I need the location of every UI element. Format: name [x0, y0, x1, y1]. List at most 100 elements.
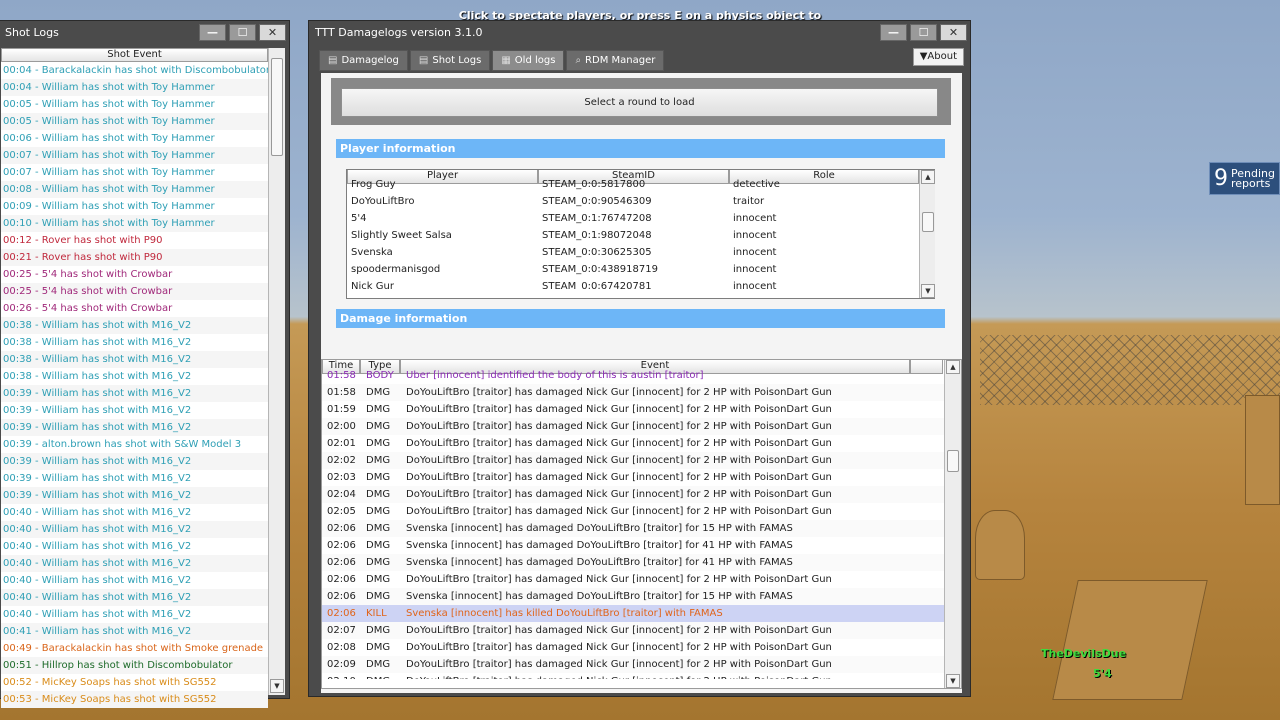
- scroll-down-arrow[interactable]: ▼: [270, 679, 284, 693]
- shot-log-row[interactable]: 00:40 - William has shot with M16_V2: [1, 538, 268, 555]
- magnifier-icon: ⌕: [575, 55, 582, 66]
- event-row[interactable]: 02:06 DMG Svenska [innocent] has damaged D…: [322, 537, 961, 554]
- shot-log-row[interactable]: 00:21 - Rover has shot with P90: [1, 249, 268, 266]
- event-row[interactable]: 02:06 DMG DoYouLiftBro [traitor] has damag…: [322, 571, 961, 588]
- shot-log-row[interactable]: 00:40 - William has shot with M16_V2: [1, 589, 268, 606]
- shot-log-row[interactable]: 00:05 - William has shot with Toy Hammer: [1, 113, 268, 130]
- shot-log-row[interactable]: 00:07 - William has shot with Toy Hammer: [1, 164, 268, 181]
- shot-log-row[interactable]: 00:39 - William has shot with M16_V2: [1, 487, 268, 504]
- event-row[interactable]: 01:58 BODY Uber [innocent] identified the …: [322, 367, 961, 384]
- player-row[interactable]: Slightly Sweet Salsa STEAM_0:1:98072048 in…: [347, 227, 934, 244]
- maximize-button[interactable]: ☐: [229, 23, 256, 41]
- tab-old-logs[interactable]: ▦ Old logs: [492, 50, 565, 71]
- player-row[interactable]: Nick Gur STEAM_0:0:67420781 innocent: [347, 278, 934, 290]
- shot-log-row[interactable]: 00:39 - William has shot with M16_V2: [1, 419, 268, 436]
- damage-information-header[interactable]: Damage information: [336, 309, 945, 328]
- shot-log-row[interactable]: 00:09 - William has shot with Toy Hammer: [1, 198, 268, 215]
- event-row[interactable]: 02:10DMGDoYouLiftBro [traitor] has damag…: [322, 673, 961, 679]
- shot-scrollbar[interactable]: ▼: [268, 48, 285, 695]
- shot-log-row[interactable]: 00:38 - William has shot with M16_V2: [1, 334, 268, 351]
- event-event-cell: DoYouLiftBro [traitor] has damaged Nick …: [406, 387, 832, 398]
- shot-log-row[interactable]: 00:51 - Hillrop has shot with Discombobu…: [1, 657, 268, 674]
- event-row[interactable]: 02:04 DMG DoYouLiftBro [traitor] has damag…: [322, 486, 961, 503]
- shot-log-row[interactable]: 00:49 - Barackalackin has shot with Smok…: [1, 640, 268, 657]
- player-row[interactable]: Frog Guy STEAM_0:0:5817800 detective: [347, 176, 934, 193]
- player-row[interactable]: spoodermanisgod STEAM_0:0:438918719 innoce…: [347, 261, 934, 278]
- event-event-cell: Svenska [innocent] has killed DoYouLiftB…: [406, 608, 723, 619]
- shot-log-row[interactable]: 00:40 - William has shot with M16_V2: [1, 521, 268, 538]
- shot-log-row[interactable]: 00:25 - 5'4 has shot with Crowbar: [1, 266, 268, 283]
- shot-log-row[interactable]: 00:04 - Barackalackin has shot with Disc…: [1, 62, 268, 79]
- shot-log-row[interactable]: 00:10 - William has shot with Toy Hammer: [1, 215, 268, 232]
- shot-log-row[interactable]: 00:06 - William has shot with Toy Hammer: [1, 130, 268, 147]
- event-row[interactable]: 02:07 DMG DoYouLiftBro [traitor] has damag…: [322, 622, 961, 639]
- scroll-up-arrow[interactable]: ▲: [946, 360, 960, 374]
- scroll-down-arrow[interactable]: ▼: [921, 284, 935, 298]
- event-row[interactable]: 02:06 DMG Svenska [innocent] has damaged D…: [322, 554, 961, 571]
- shot-log-row[interactable]: 00:04 - William has shot with Toy Hammer: [1, 79, 268, 96]
- shot-log-row[interactable]: 00:05 - William has shot with Toy Hammer: [1, 96, 268, 113]
- scroll-down-arrow[interactable]: ▼: [946, 674, 960, 688]
- about-button[interactable]: ▼About: [912, 48, 964, 66]
- shot-log-row[interactable]: 00:39 - William has shot with M16_V2: [1, 453, 268, 470]
- player-name-cell: spoodermanisgod: [351, 264, 441, 275]
- shot-log-row[interactable]: 00:39 - William has shot with M16_V2: [1, 385, 268, 402]
- shot-log-row[interactable]: 00:08 - William has shot with Toy Hammer: [1, 181, 268, 198]
- event-row[interactable]: 02:08 DMG DoYouLiftBro [traitor] has damag…: [322, 639, 961, 656]
- close-button[interactable]: ✕: [940, 23, 967, 41]
- damagelogs-titlebar[interactable]: TTT Damagelogs version 3.1.0 — ☐ ✕: [309, 21, 970, 43]
- tab-shot-logs[interactable]: ▤ Shot Logs: [409, 50, 491, 71]
- shot-log-row[interactable]: 00:38 - William has shot with M16_V2: [1, 351, 268, 368]
- pending-reports-button[interactable]: 9 Pending reports: [1209, 162, 1280, 195]
- event-row[interactable]: 02:00 DMG DoYouLiftBro [traitor] has damag…: [322, 418, 961, 435]
- shot-log-row[interactable]: 00:40 - William has shot with M16_V2: [1, 606, 268, 623]
- tab-damagelog[interactable]: ▤ Damagelog: [319, 50, 408, 71]
- event-row[interactable]: 01:59 DMG DoYouLiftBro [traitor] has damag…: [322, 401, 961, 418]
- event-row[interactable]: 02:06 DMG Svenska [innocent] has damaged D…: [322, 520, 961, 537]
- event-row[interactable]: 02:03 DMG DoYouLiftBro [traitor] has damag…: [322, 469, 961, 486]
- event-type-cell: DMG: [366, 506, 391, 517]
- shot-log-row[interactable]: 00:25 - 5'4 has shot with Crowbar: [1, 283, 268, 300]
- shot-log-row[interactable]: 00:38 - William has shot with M16_V2: [1, 317, 268, 334]
- shot-log-row[interactable]: 00:40 - William has shot with M16_V2: [1, 504, 268, 521]
- shot-log-row[interactable]: 00:53 - MicKey Soaps has shot with SG552: [1, 691, 268, 708]
- shot-log-row[interactable]: 00:07 - William has shot with Toy Hammer: [1, 147, 268, 164]
- scroll-thumb[interactable]: [922, 212, 934, 232]
- shot-log-row[interactable]: 00:52 - MicKey Soaps has shot with SG552: [1, 674, 268, 691]
- close-button[interactable]: ✕: [259, 23, 286, 41]
- event-row[interactable]: 02:06 DMG Svenska [innocent] has damaged D…: [322, 588, 961, 605]
- event-row[interactable]: 02:05 DMG DoYouLiftBro [traitor] has damag…: [322, 503, 961, 520]
- minimize-button[interactable]: —: [880, 23, 907, 41]
- shot-log-row[interactable]: 00:39 - William has shot with M16_V2: [1, 470, 268, 487]
- event-scrollbar[interactable]: ▲ ▼: [944, 360, 961, 688]
- column-header-shot-event[interactable]: Shot Event: [1, 48, 268, 62]
- event-row[interactable]: 02:06 KILL Svenska [innocent] has killed D…: [322, 605, 961, 622]
- scroll-thumb[interactable]: [947, 450, 959, 472]
- shot-log-row[interactable]: 00:39 - alton.brown has shot with S&W Mo…: [1, 436, 268, 453]
- event-type-cell: BODY: [366, 370, 394, 381]
- tab-rdm-manager[interactable]: ⌕ RDM Manager: [566, 50, 665, 71]
- player-row[interactable]: DoYouLiftBro STEAM_0:0:90546309 traitor: [347, 193, 934, 210]
- event-row[interactable]: 01:58 DMG DoYouLiftBro [traitor] has damag…: [322, 384, 961, 401]
- shot-log-row[interactable]: 00:40 - William has shot with M16_V2: [1, 572, 268, 589]
- player-row[interactable]: 5'4 STEAM_0:1:76747208 innocent: [347, 210, 934, 227]
- player-information-header[interactable]: Player information: [336, 139, 945, 158]
- select-round-button[interactable]: Select a round to load: [341, 88, 938, 117]
- maximize-button[interactable]: ☐: [910, 23, 937, 41]
- shot-log-row[interactable]: 00:12 - Rover has shot with P90: [1, 232, 268, 249]
- scroll-up-arrow[interactable]: ▲: [921, 170, 935, 184]
- minimize-button[interactable]: —: [199, 23, 226, 41]
- shot-logs-titlebar[interactable]: Shot Logs — ☐ ✕: [0, 21, 289, 43]
- player-row[interactable]: Svenska STEAM_0:0:30625305 innocent: [347, 244, 934, 261]
- event-row[interactable]: 02:09 DMG DoYouLiftBro [traitor] has damag…: [322, 656, 961, 673]
- shot-log-row[interactable]: 00:26 - 5'4 has shot with Crowbar: [1, 300, 268, 317]
- shot-log-row[interactable]: 00:39 - William has shot with M16_V2: [1, 402, 268, 419]
- event-row[interactable]: 02:01 DMG DoYouLiftBro [traitor] has damag…: [322, 435, 961, 452]
- shot-log-row[interactable]: 00:40 - William has shot with M16_V2: [1, 555, 268, 572]
- event-row[interactable]: 02:02 DMG DoYouLiftBro [traitor] has damag…: [322, 452, 961, 469]
- scroll-thumb[interactable]: [271, 58, 283, 156]
- event-type-cell: DMG: [366, 404, 391, 415]
- player-scrollbar[interactable]: ▲ ▼: [919, 170, 935, 298]
- shot-log-row[interactable]: 00:38 - William has shot with M16_V2: [1, 368, 268, 385]
- shot-log-row[interactable]: 00:41 - William has shot with M16_V2: [1, 623, 268, 640]
